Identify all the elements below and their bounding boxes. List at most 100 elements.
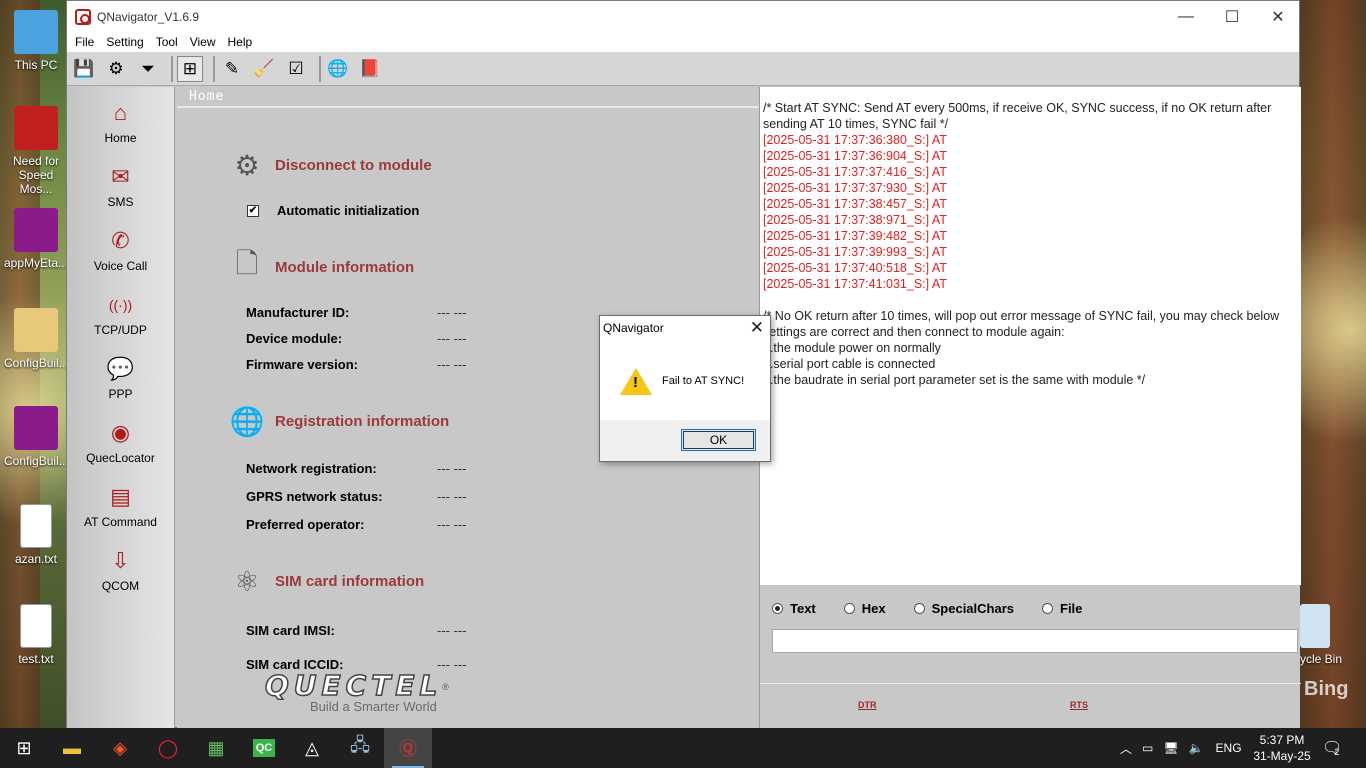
toolbar-separator — [319, 55, 321, 82]
section-title: SIM card information — [275, 572, 425, 590]
maximize-button[interactable]: ☐ — [1209, 1, 1255, 32]
checklist-icon[interactable]: ☑ — [283, 56, 309, 82]
dialog-close-button[interactable]: ✕ — [750, 318, 764, 338]
unity-icon[interactable]: ◬ — [288, 728, 336, 768]
clock[interactable]: 5:37 PM 31-May-25 — [1252, 728, 1312, 768]
menu-help[interactable]: Help — [222, 35, 259, 49]
network-icon[interactable]: 🖥 — [1163, 741, 1178, 755]
info-row: Network registration: --- --- — [246, 461, 467, 476]
winrar-archive-icon — [14, 406, 58, 450]
desktop-icon-azan-txt[interactable]: azan.txt — [4, 504, 68, 566]
logo-slogan: Build a Smarter World — [310, 699, 437, 714]
filter-icon[interactable]: ⏷ — [135, 56, 161, 82]
windows-start-icon[interactable]: ⊞ — [0, 728, 48, 768]
nav-item-ppp[interactable]: 💬 PPP — [67, 343, 174, 407]
notepad-icon[interactable]: ▦ — [192, 728, 240, 768]
notification-center-icon[interactable]: 🗨 2 — [1322, 728, 1342, 768]
network-app-icon[interactable]: 🖧 — [336, 728, 384, 768]
radio-button-selected[interactable] — [772, 603, 783, 614]
toolbar-separator — [213, 55, 215, 82]
disconnect-button[interactable]: Disconnect to module — [275, 157, 432, 174]
nav-item-label: TCP/UDP — [94, 323, 147, 337]
log-output[interactable]: /* Start AT SYNC: Send AT every 500ms, i… — [760, 87, 1301, 585]
dialog-body: ! Fail to AT SYNC! — [600, 342, 770, 420]
clock-time: 5:37 PM — [1259, 733, 1305, 747]
desktop-icon-test-txt[interactable]: test.txt — [4, 604, 68, 666]
file-explorer-icon[interactable]: ▬ — [48, 728, 96, 768]
nav-item-sms[interactable]: ✉ SMS — [67, 151, 174, 215]
desktop-icon-configbuilder-archive[interactable]: ConfigBuil... — [4, 406, 69, 468]
text-file-icon — [20, 604, 52, 648]
at-command-icon: ▤ — [110, 484, 131, 509]
edit-icon[interactable]: ✎ — [219, 56, 245, 82]
menu-tool[interactable]: Tool — [150, 35, 184, 49]
desktop-icon-configbuilder-folder[interactable]: ConfigBuil... — [4, 308, 69, 370]
chevron-up-icon[interactable]: ︿ — [1120, 740, 1132, 757]
clear-icon[interactable]: 🧹 — [251, 56, 277, 82]
quectel-logo: QUECTEL® Build a Smarter World — [264, 668, 449, 714]
opera-browser-icon[interactable]: ◯ — [144, 728, 192, 768]
home-page-icon[interactable]: ⊞ — [177, 55, 203, 82]
menu-view[interactable]: View — [184, 35, 222, 49]
qc-app-icon[interactable]: QC — [240, 728, 288, 768]
desktop-icon-need-for-speed[interactable]: Need for Speed Mos... — [4, 106, 68, 196]
log-line: [2025-05-31 17:37:37:416_S:] AT — [763, 165, 947, 179]
clock-date: 31-May-25 — [1253, 749, 1311, 763]
nav-item-home[interactable]: ⌂ Home — [67, 87, 174, 151]
sidebar-nav: ⌂ Home ✉ SMS ✆ Voice Call ((·)) TCP/UDP … — [67, 87, 175, 729]
system-tray: ︿ ▭ 🖥 🔈 ENG — [1120, 728, 1242, 768]
radio-file[interactable]: File — [1042, 601, 1082, 616]
qnavigator-icon[interactable]: Ⓠ — [384, 728, 432, 768]
menu-setting[interactable]: Setting — [100, 35, 149, 49]
nav-item-tcp-udp[interactable]: ((·)) TCP/UDP — [67, 279, 174, 343]
logo-brand: QUECTEL — [264, 668, 443, 703]
menu-bar: File Setting Tool View Help — [67, 32, 1299, 52]
desktop-icon-appmyeta[interactable]: appMyEta... — [4, 208, 68, 270]
radio-button[interactable] — [1042, 603, 1053, 614]
auto-init-label: Automatic initialization — [277, 203, 420, 218]
nav-item-label: Voice Call — [93, 259, 148, 273]
desktop-icon-this-pc[interactable]: This PC — [4, 10, 68, 72]
brave-browser-icon[interactable]: ◈ — [96, 728, 144, 768]
globe-icon: 🌐 — [229, 405, 265, 437]
section-title: Registration information — [275, 412, 450, 430]
recycle-bin-icon — [1300, 604, 1330, 648]
log-line: [2025-05-31 17:37:37:930_S:] AT — [763, 181, 947, 195]
radio-button[interactable] — [843, 603, 855, 614]
battery-icon[interactable]: ▭ — [1142, 741, 1153, 755]
computer-icon — [14, 10, 58, 54]
radio-specialchars[interactable]: SpecialChars — [913, 601, 1014, 616]
desktop-icon-recycle-bin[interactable]: ycle Bin — [1300, 604, 1350, 666]
nav-item-at-command[interactable]: ▤ AT Command — [67, 471, 174, 535]
nav-item-queclocator[interactable]: ◉ QuecLocator — [67, 407, 174, 471]
info-row: Preferred operator: --- --- — [246, 517, 467, 532]
settings-icon[interactable]: ⚙ — [103, 56, 129, 82]
nav-item-label: AT Command — [84, 515, 157, 529]
radio-button[interactable] — [913, 603, 925, 614]
nav-item-qcom[interactable]: ⇩ QCOM — [67, 535, 174, 599]
section-module-info: 🗋 Module information — [229, 248, 414, 285]
dialog-message: Fail to AT SYNC! — [662, 375, 745, 387]
dtr-toggle[interactable]: DTR — [858, 700, 877, 710]
atom-icon: ⚛ — [234, 565, 260, 597]
minimize-button[interactable]: — — [1163, 1, 1209, 32]
menu-file[interactable]: File — [69, 35, 100, 49]
rts-toggle[interactable]: RTS — [1070, 700, 1088, 710]
radio-hex[interactable]: Hex — [843, 601, 886, 616]
volume-icon[interactable]: 🔈 — [1189, 741, 1204, 755]
save-icon[interactable]: 💾 — [71, 56, 97, 82]
send-input[interactable] — [772, 629, 1298, 653]
help-book-icon[interactable]: 📕 — [357, 56, 383, 82]
radio-text[interactable]: Text — [772, 601, 816, 616]
document-icon: 🗋 — [235, 248, 259, 279]
log-line: [2025-05-31 17:37:39:993_S:] AT — [763, 245, 947, 259]
ok-button[interactable]: OK — [681, 429, 756, 451]
language-indicator[interactable]: ENG — [1216, 741, 1242, 755]
auto-init-checkbox-row[interactable]: ✔ Automatic initialization — [247, 203, 419, 218]
game-icon — [14, 106, 58, 150]
auto-init-checkbox[interactable]: ✔ — [247, 204, 259, 217]
close-window-button[interactable]: ✕ — [1255, 1, 1301, 32]
globe-icon[interactable]: 🌐 — [325, 56, 351, 82]
nav-item-voice-call[interactable]: ✆ Voice Call — [67, 215, 174, 279]
info-row: GPRS network status: --- --- — [246, 489, 467, 504]
